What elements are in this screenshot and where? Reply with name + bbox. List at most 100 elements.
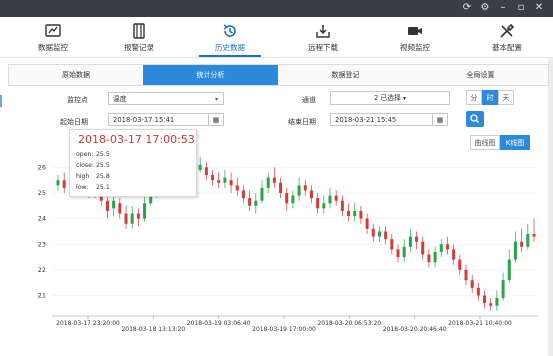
candle-body bbox=[408, 236, 412, 247]
granularity-hour[interactable]: 时 bbox=[482, 90, 498, 105]
candle-body bbox=[279, 182, 283, 193]
view-kline-chart[interactable]: K线图 bbox=[500, 135, 530, 150]
candle-body bbox=[118, 203, 122, 214]
nav-label: 远程下载 bbox=[308, 43, 338, 52]
tab-raw-data[interactable]: 原始数据 bbox=[9, 65, 143, 85]
nav-label: 报警记录 bbox=[124, 43, 154, 52]
chevron-down-icon: ▾ bbox=[214, 96, 218, 103]
candle-body bbox=[260, 187, 264, 201]
candle-body bbox=[291, 195, 295, 204]
candle bbox=[452, 244, 456, 265]
candle bbox=[334, 190, 338, 206]
channel-select[interactable]: 2 已选择 ▾ bbox=[330, 91, 450, 105]
y-tick-label: 25 bbox=[38, 189, 46, 197]
candle-body bbox=[303, 185, 307, 191]
candle-body bbox=[513, 241, 517, 260]
candle-body bbox=[229, 180, 233, 186]
end-date-label: 结束日期 bbox=[288, 118, 316, 126]
candle bbox=[272, 167, 276, 188]
tab-data-register[interactable]: 数据登记 bbox=[278, 65, 413, 85]
search-button[interactable] bbox=[466, 111, 484, 127]
nav-alarm-log[interactable]: 报警记录 bbox=[94, 17, 184, 57]
candle-body bbox=[272, 177, 276, 183]
point-value: 温度 bbox=[113, 95, 127, 103]
candle-body bbox=[143, 203, 147, 219]
y-tick-label: 26 bbox=[38, 163, 46, 171]
start-date-value: 2018-03-17 15:41 bbox=[113, 116, 175, 124]
minimize-icon[interactable]: – bbox=[496, 1, 510, 15]
nav-video-monitor[interactable]: 视频监控 bbox=[370, 17, 460, 57]
calendar-icon[interactable]: ▦ bbox=[432, 114, 447, 125]
search-icon bbox=[470, 114, 479, 123]
nav-data-monitor[interactable]: 数据监控 bbox=[8, 17, 98, 57]
granularity-day[interactable]: 天 bbox=[498, 90, 514, 105]
candle-body bbox=[316, 198, 320, 209]
candle-body bbox=[439, 244, 443, 252]
candle-body bbox=[235, 185, 239, 191]
candle-body bbox=[241, 190, 245, 199]
end-date-input[interactable]: 2018-03-21 15:45 ▦ bbox=[330, 113, 448, 126]
candle bbox=[427, 249, 431, 268]
candle bbox=[136, 208, 140, 227]
tooltip-date: 2018-03-17 17:00:53 bbox=[78, 133, 195, 146]
candle-body bbox=[532, 234, 536, 237]
candle bbox=[229, 172, 233, 193]
candle-tooltip: 2018-03-17 17:00:53 open: 25.5 close: 25… bbox=[69, 129, 197, 197]
x-tick-label: 2018-03-19 17:00:00 bbox=[252, 326, 316, 333]
candle-body bbox=[136, 213, 140, 219]
candle bbox=[513, 231, 517, 263]
candle bbox=[143, 193, 147, 222]
candle bbox=[371, 223, 375, 242]
start-date-label: 起始日期 bbox=[60, 118, 88, 126]
monitor-icon bbox=[45, 24, 61, 37]
candle bbox=[377, 226, 381, 242]
candle bbox=[495, 290, 499, 311]
close-icon[interactable]: ✕ bbox=[532, 1, 546, 15]
candle bbox=[62, 172, 66, 193]
nav-basic-config[interactable]: 基本配置 bbox=[462, 17, 552, 57]
start-date-input[interactable]: 2018-03-17 15:41 ▦ bbox=[108, 113, 224, 126]
candle bbox=[130, 205, 134, 229]
candle bbox=[402, 239, 406, 263]
candle bbox=[458, 254, 462, 275]
candle bbox=[124, 205, 128, 229]
x-tick-label: 2018-03-19 03:06:40 bbox=[187, 320, 251, 327]
tab-global-settings[interactable]: 全局设置 bbox=[413, 65, 548, 85]
candle bbox=[316, 193, 320, 214]
candle-body bbox=[285, 193, 289, 204]
candle-body bbox=[445, 244, 449, 250]
candle bbox=[285, 187, 289, 211]
point-select[interactable]: 温度 ▾ bbox=[108, 92, 224, 105]
candle-body bbox=[520, 241, 524, 247]
calendar-icon[interactable]: ▦ bbox=[208, 114, 223, 125]
candle-body bbox=[254, 200, 258, 206]
candle-body bbox=[470, 280, 474, 288]
candle-body bbox=[309, 190, 313, 199]
scrollbar[interactable] bbox=[548, 57, 553, 356]
candle-body bbox=[340, 200, 344, 211]
refresh-icon[interactable]: ⟳ bbox=[460, 1, 474, 15]
nav-history-data[interactable]: 历史数据 bbox=[185, 17, 275, 57]
candle-body bbox=[124, 213, 128, 224]
nav-remote-download[interactable]: 远程下载 bbox=[278, 17, 368, 57]
candle bbox=[56, 175, 60, 191]
tooltip-row-open: open: 25.5 bbox=[76, 151, 110, 158]
tooltip-key: open: bbox=[76, 151, 94, 158]
candle-body bbox=[458, 259, 462, 270]
tab-statistics[interactable]: 统计分析 bbox=[143, 65, 278, 85]
gear-icon[interactable]: ⚙ bbox=[478, 1, 492, 15]
window-titlebar: ⟳ ⚙ – ▫ ✕ bbox=[0, 0, 553, 17]
history-icon bbox=[223, 24, 236, 37]
x-tick-label: 2018-03-21 10:40:00 bbox=[448, 320, 512, 327]
point-label: 监控点 bbox=[67, 96, 88, 104]
candle-body bbox=[347, 210, 351, 217]
view-line-chart[interactable]: 曲线图 bbox=[470, 135, 500, 150]
download-icon bbox=[316, 25, 330, 38]
candle-body bbox=[476, 287, 480, 296]
alarm-log-icon bbox=[133, 23, 145, 39]
candle-body bbox=[464, 269, 468, 281]
candle-body bbox=[483, 295, 487, 304]
candle bbox=[322, 195, 326, 214]
restore-icon[interactable]: ▫ bbox=[514, 1, 528, 15]
granularity-minute[interactable]: 分 bbox=[466, 90, 482, 105]
